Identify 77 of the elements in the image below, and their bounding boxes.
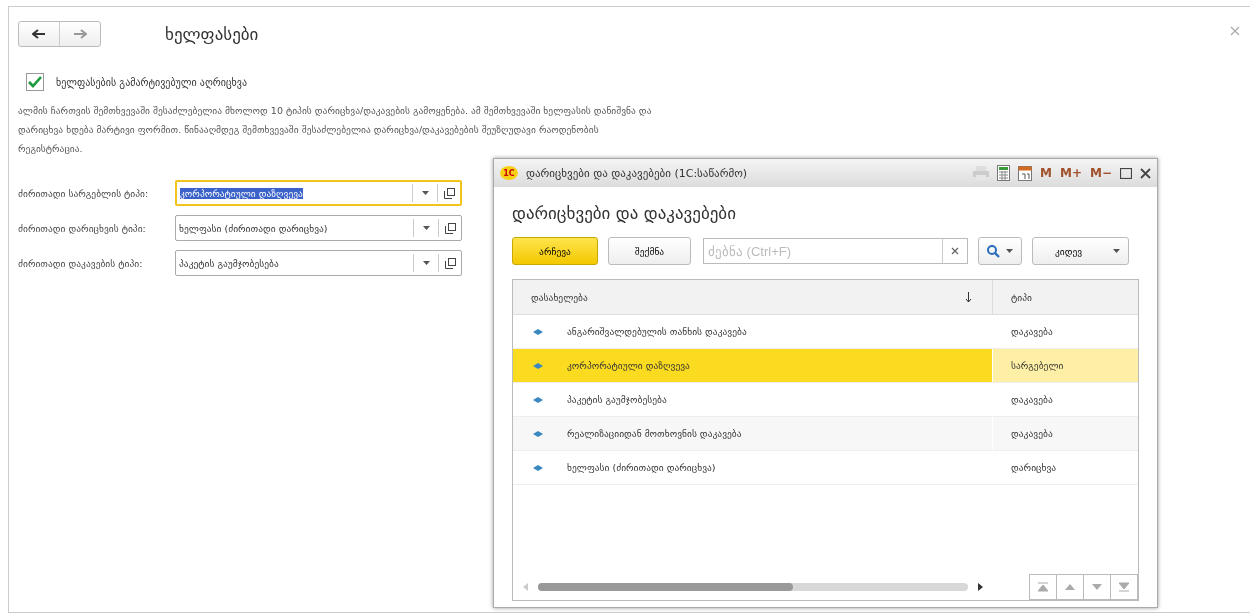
table-cell-text: დაკავება: [1010, 427, 1054, 441]
up-triangle-icon: [1065, 582, 1075, 592]
back-arrow-icon: [32, 29, 46, 39]
dropdown-icon: [1113, 249, 1120, 253]
table-cell-text: დაკავება: [1010, 393, 1054, 407]
printer-icon: [973, 166, 990, 180]
search-icon: [987, 244, 1000, 258]
open-window-icon: [444, 257, 456, 269]
calculator-button[interactable]: [997, 165, 1011, 181]
sort-arrow-icon: [965, 291, 972, 303]
table-cell: ხელფასი (ძირითადი დარიცხვა): [567, 462, 716, 473]
horizontal-scrollbar[interactable]: [523, 583, 983, 591]
diamond-icon: [533, 328, 543, 335]
table-cell: კორპორატიული დაზღვევა: [567, 360, 690, 371]
table-row[interactable]: რეალიზაციიდან მოთხოვნის დაკავება დაკავება: [513, 417, 1138, 451]
field-label: ძირითადი დარიცხვის ტიპი:: [18, 222, 147, 234]
create-button[interactable]: შექმნა: [608, 237, 691, 265]
search-button[interactable]: [978, 237, 1022, 265]
table-cell-text: დაკავება: [1010, 325, 1054, 339]
clear-icon: [951, 247, 959, 255]
table-cell: სარგებელი: [993, 349, 1138, 382]
select-field[interactable]: ხელფასი (ძირითადი დარიცხვა): [175, 215, 462, 241]
dropdown-icon: [422, 261, 430, 265]
close-button[interactable]: [1140, 167, 1151, 179]
select-field[interactable]: კორპორატიული დაზღვევა: [175, 180, 462, 206]
diamond-icon: [533, 430, 543, 437]
checkbox[interactable]: [26, 73, 44, 91]
diamond-icon: [533, 464, 543, 471]
first-page-button[interactable]: [1029, 574, 1056, 600]
dropdown-icon: [422, 226, 430, 230]
previous-button[interactable]: [1056, 574, 1083, 600]
memory-button[interactable]: M−: [1090, 166, 1112, 180]
clear-button[interactable]: [942, 238, 968, 264]
memory-button[interactable]: M: [1040, 166, 1052, 180]
to-top-icon: [1038, 582, 1048, 592]
more-button[interactable]: კიდევ: [1032, 237, 1129, 265]
table-cell: ანგარიშვალდებულის თანხის დაკავება: [567, 326, 747, 337]
to-bottom-icon: [1119, 582, 1129, 592]
table-cell: რეალიზაციიდან მოთხოვნის დაკავება: [567, 428, 742, 439]
maximize-icon: [1120, 167, 1132, 179]
check-icon: [28, 76, 42, 88]
diamond-icon: [533, 396, 543, 403]
search-field[interactable]: ძებნა (Ctrl+F): [703, 238, 942, 264]
memory-button[interactable]: M+: [1060, 166, 1082, 180]
table-row[interactable]: ხელფასი (ძირითადი დარიცხვა) დარიცხვა: [513, 451, 1138, 485]
close-icon: [1140, 167, 1151, 179]
next-button[interactable]: [1083, 574, 1110, 600]
table-cell: პაკეტის გაუმჯობესება: [567, 394, 667, 405]
maximize-button[interactable]: [1120, 167, 1132, 179]
last-page-button[interactable]: [1110, 574, 1138, 600]
down-triangle-icon: [1092, 582, 1102, 592]
calculator-icon: [997, 165, 1011, 181]
select-field[interactable]: პაკეტის გაუმჯობესება: [175, 250, 462, 276]
description-text: ალმის ჩართვის შემთხვევაში შესაძლებელია მხოლოდ 10 ტიპის დარიცხვა/დაკავების გამოყენება. ამ შემთხვევაში ხელფასის დანიშვნა და დარიცხვა ხდება მარტივი ფორმით. წინააღმდეგ შემთხვევაში შესაძლებელია დარიცხვა/დაკავებების შეუზღუდავი რაოდენობის რეგისტრაცია.: [18, 104, 653, 156]
open-window-icon: [444, 222, 456, 234]
forward-arrow-icon: [73, 29, 87, 39]
scroll-left-icon: [523, 583, 528, 591]
page-title: ხელფასები: [165, 24, 259, 44]
scroll-right-icon: [978, 583, 983, 591]
column-header[interactable]: დასახელება: [513, 280, 993, 314]
checkbox-label: ხელფასების გამარტივებული აღრიცხვა: [56, 76, 248, 88]
select-button[interactable]: არჩევა: [512, 237, 598, 265]
dropdown-icon: [1006, 249, 1013, 253]
field-label: ძირითადი სარგებლის ტიპი:: [18, 187, 150, 199]
calendar-icon: [1018, 165, 1033, 181]
close-icon: [1230, 26, 1240, 36]
app-logo: 1С: [500, 166, 518, 180]
diamond-icon: [533, 362, 543, 369]
column-header[interactable]: ტიპი: [993, 280, 1032, 314]
field-label: ძირითადი დაკავების ტიპი:: [18, 257, 144, 269]
table-cell-text: დარიცხვა: [1010, 461, 1058, 475]
dropdown-icon: [421, 191, 429, 195]
dialog-heading: დარიცხვები და დაკავებები: [512, 203, 737, 223]
table-row[interactable]: კორპორატიული დაზღვევა სარგებელი: [513, 349, 1138, 383]
calendar-button[interactable]: [1018, 165, 1033, 181]
dialog-title: დარიცხვები და დაკავებები (1C:საწარმო): [526, 166, 749, 180]
open-window-icon: [443, 187, 455, 199]
